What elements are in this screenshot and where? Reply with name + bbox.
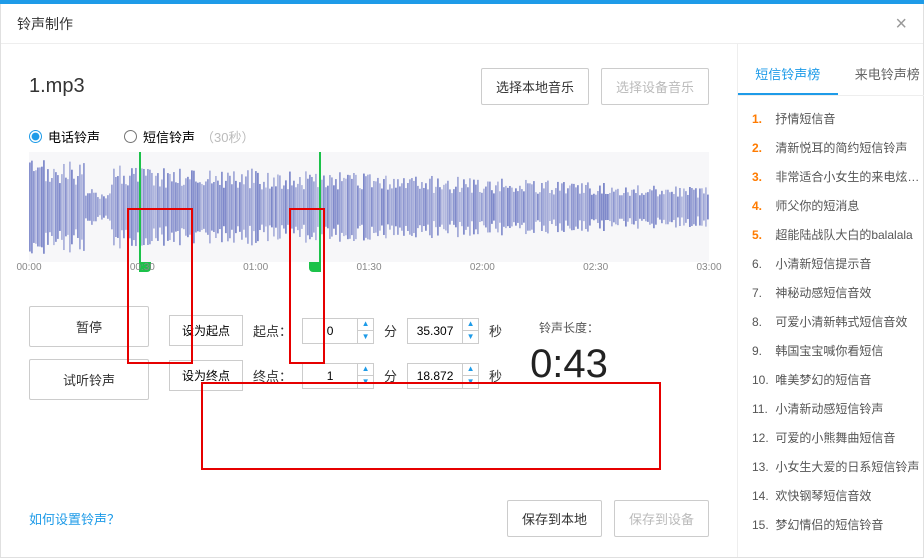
radio-sms-input[interactable] — [124, 130, 137, 143]
chevron-down-icon[interactable]: ▼ — [463, 376, 478, 388]
pause-button[interactable]: 暂停 — [29, 306, 149, 347]
length-value: 0:43 — [530, 342, 608, 387]
list-item[interactable]: 10. 唯美梦幻的短信音 — [752, 365, 923, 394]
list-item[interactable]: 11. 小清新动感短信铃声 — [752, 394, 923, 423]
list-item[interactable]: 5. 超能陆战队大白的balalala — [752, 220, 923, 249]
end-min-stepper[interactable]: ▲▼ — [302, 363, 374, 389]
set-end-button[interactable]: 设为终点 — [169, 360, 243, 391]
close-icon[interactable]: × — [895, 14, 907, 34]
chevron-up-icon[interactable]: ▲ — [358, 364, 373, 377]
time-tick: 02:30 — [583, 262, 608, 273]
list-item[interactable]: 14. 欢快钢琴短信音效 — [752, 481, 923, 510]
chevron-down-icon[interactable]: ▼ — [463, 331, 478, 343]
file-name: 1.mp3 — [29, 75, 85, 98]
tab-sms-ranking[interactable]: 短信铃声榜 — [738, 54, 838, 95]
start-min-stepper[interactable]: ▲▼ — [302, 318, 374, 344]
list-item[interactable]: 13. 小女生大爱的日系短信铃声 — [752, 452, 923, 481]
chevron-down-icon[interactable]: ▼ — [358, 376, 373, 388]
start-min-input[interactable] — [303, 319, 357, 343]
list-item[interactable]: 6. 小清新短信提示音 — [752, 249, 923, 278]
list-item[interactable]: 4. 师父你的短消息 — [752, 191, 923, 220]
tab-call-ranking[interactable]: 来电铃声榜 — [838, 54, 924, 95]
end-handle[interactable] — [319, 152, 321, 262]
time-tick: 02:00 — [470, 262, 495, 273]
list-item[interactable]: 9. 韩国宝宝喊你看短信 — [752, 336, 923, 365]
start-sec-stepper[interactable]: ▲▼ — [407, 318, 479, 344]
start-handle[interactable] — [139, 152, 141, 262]
list-item[interactable]: 15. 梦幻情侣的短信铃音 — [752, 510, 923, 539]
radio-phone-input[interactable] — [29, 130, 42, 143]
select-device-button: 选择设备音乐 — [601, 68, 709, 105]
set-start-button[interactable]: 设为起点 — [169, 315, 243, 346]
list-item[interactable]: 3. 非常适合小女生的来电炫彩... — [752, 162, 923, 191]
waveform[interactable]: 00:0000:3001:0001:3002:0002:3003:00 — [29, 152, 709, 282]
list-item[interactable]: 7. 神秘动感短信音效 — [752, 278, 923, 307]
length-label: 铃声长度： — [530, 319, 608, 336]
window-title: 铃声制作 — [17, 14, 73, 34]
list-item[interactable]: 12. 可爱的小熊舞曲短信音 — [752, 423, 923, 452]
list-item[interactable]: 1. 抒情短信音 — [752, 104, 923, 133]
save-device-button: 保存到设备 — [614, 500, 709, 537]
list-item[interactable]: 2. 清新悦耳的简约短信铃声 — [752, 133, 923, 162]
time-tick: 01:00 — [243, 262, 268, 273]
time-tick: 00:30 — [130, 262, 155, 273]
radio-phone[interactable]: 电话铃声 — [29, 127, 100, 146]
start-sec-input[interactable] — [408, 319, 462, 343]
chevron-up-icon[interactable]: ▲ — [463, 364, 478, 377]
chevron-up-icon[interactable]: ▲ — [463, 319, 478, 332]
chevron-down-icon[interactable]: ▼ — [358, 331, 373, 343]
chevron-up-icon[interactable]: ▲ — [358, 319, 373, 332]
end-sec-input[interactable] — [408, 364, 462, 388]
help-link[interactable]: 如何设置铃声？ — [29, 509, 120, 528]
end-sec-stepper[interactable]: ▲▼ — [407, 363, 479, 389]
time-tick: 01:30 — [356, 262, 381, 273]
radio-sms[interactable]: 短信铃声（30秒） — [124, 127, 254, 146]
end-min-input[interactable] — [303, 364, 357, 388]
time-tick: 03:00 — [696, 262, 721, 273]
select-local-button[interactable]: 选择本地音乐 — [481, 68, 589, 105]
save-local-button[interactable]: 保存到本地 — [507, 500, 602, 537]
preview-button[interactable]: 试听铃声 — [29, 359, 149, 400]
time-tick: 00:00 — [16, 262, 41, 273]
list-item[interactable]: 8. 可爱小清新韩式短信音效 — [752, 307, 923, 336]
